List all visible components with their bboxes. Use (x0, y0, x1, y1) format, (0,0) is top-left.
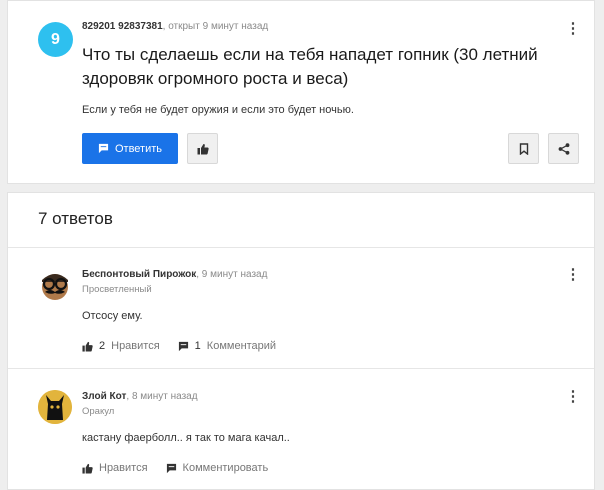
question-text: Если у тебя не будет оружия и если это б… (82, 104, 354, 116)
answer-time: , 8 минут назад (126, 391, 198, 402)
answer-time: , 9 минут назад (196, 269, 268, 280)
answer-text: Отсосу ему. (82, 310, 143, 322)
answers-card: 7 ответов Беспонтовый Пирожок, 9 минут н… (7, 192, 595, 490)
more-options-icon[interactable]: ⋮ (565, 389, 581, 405)
answer-rank: Оракул (82, 406, 115, 417)
glasses-mustache-avatar-icon (42, 274, 68, 300)
like-label[interactable]: Нравится (111, 340, 160, 352)
more-options-icon[interactable]: ⋮ (565, 21, 581, 37)
thumbs-up-icon[interactable] (82, 341, 93, 352)
comment-icon (98, 143, 109, 154)
divider (8, 368, 594, 369)
divider (8, 247, 594, 248)
answer-actions: 2 Нравится 1 Комментарий (82, 340, 276, 352)
answer-author[interactable]: Беспонтовый Пирожок (82, 269, 196, 280)
comment-icon[interactable] (166, 463, 177, 474)
like-count: 2 (99, 340, 106, 352)
thumbs-up-icon[interactable] (82, 463, 93, 474)
comment-count: 1 (194, 340, 201, 352)
answer-button[interactable]: Ответить (82, 133, 178, 164)
like-label[interactable]: Нравится (99, 462, 148, 474)
question-card: 9 829201 92837381, открыт 9 минут назад … (7, 0, 595, 184)
comment-icon[interactable] (178, 341, 189, 352)
answers-count: 7 ответов (38, 209, 113, 228)
answer-rank: Просветленный (82, 284, 152, 295)
answer-author[interactable]: Злой Кот (82, 391, 126, 402)
bookmark-button[interactable] (508, 133, 539, 164)
like-button[interactable] (187, 133, 218, 164)
bookmark-icon (519, 142, 528, 155)
question-meta: 829201 92837381, открыт 9 минут назад (82, 21, 268, 32)
share-icon (558, 142, 569, 155)
share-button[interactable] (548, 133, 579, 164)
comment-label[interactable]: Комментировать (183, 462, 269, 474)
comment-label[interactable]: Комментарий (207, 340, 276, 352)
question-author[interactable]: 829201 92837381 (82, 21, 163, 32)
more-options-icon[interactable]: ⋮ (565, 267, 581, 283)
black-cat-avatar-icon (38, 390, 72, 424)
answer-meta: Беспонтовый Пирожок, 9 минут назад (82, 269, 267, 280)
question-avatar[interactable]: 9 (38, 22, 73, 57)
thumbs-up-icon (197, 143, 209, 154)
answer-avatar[interactable] (38, 268, 72, 302)
answer-button-label: Ответить (114, 142, 163, 155)
answer-meta: Злой Кот, 8 минут назад (82, 391, 198, 402)
question-opened: , открыт 9 минут назад (162, 21, 269, 32)
answer-avatar[interactable] (38, 390, 72, 424)
answer-actions: Нравится Комментировать (82, 462, 268, 474)
answer-text: кастану фаерболл.. я так то мага качал.. (82, 432, 290, 444)
question-title: Что ты сделаешь если на тебя нападет гоп… (82, 45, 538, 88)
